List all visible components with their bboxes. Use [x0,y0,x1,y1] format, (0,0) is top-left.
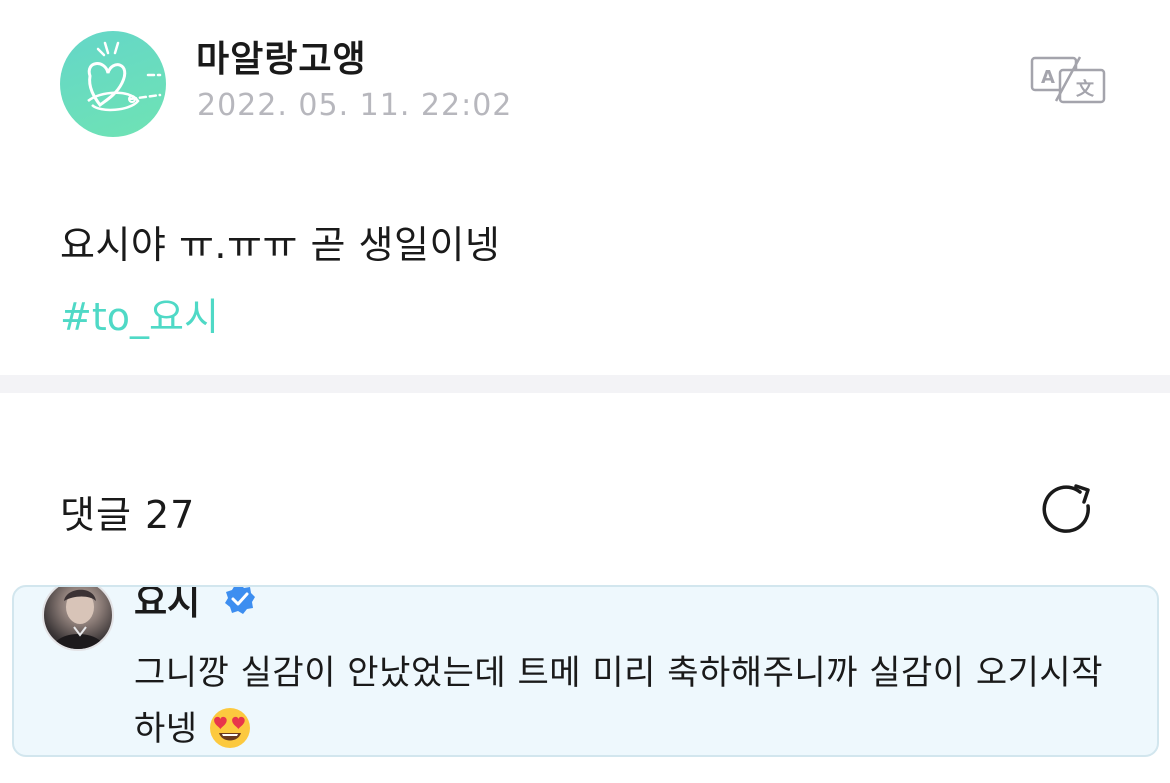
heart-eyes-emoji-icon [209,708,250,748]
hashtag-link[interactable]: #to_요시 [60,292,219,342]
comment-author-name[interactable]: 요시 [134,587,200,625]
comment-text: 그니깡 실감이 안났었는데 트메 미리 축하해주니까 실감이 오기시작하넹 [134,645,1134,755]
section-divider [0,375,1170,393]
refresh-button[interactable] [1040,480,1098,538]
post-timestamp: 2022. 05. 11. 22:02 [197,88,513,123]
svg-text:A: A [1041,67,1055,88]
author-avatar[interactable] [60,31,166,137]
refresh-icon [1042,484,1090,533]
post-header: 마알랑고앵 2022. 05. 11. 22:02 A 文 [0,0,1170,160]
comments-count-title: 댓글 27 [60,493,196,537]
verified-badge-icon [225,587,255,614]
post-body: 요시야 ㅠ.ㅠㅠ 곧 생일이넹 #to_요시 [60,220,1110,342]
translate-icon: A 文 [1030,56,1106,104]
doodle-heart-icon [87,41,162,112]
svg-text:文: 文 [1076,78,1095,100]
translate-button[interactable]: A 文 [1030,55,1106,105]
post-text: 요시야 ㅠ.ㅠㅠ 곧 생일이넹 [60,223,501,267]
comment-card-highlighted[interactable]: 요시 그니깡 실감이 안났었는데 트메 미리 축하해주니까 실감이 오기시작하넹 [12,585,1159,757]
portrait-image [52,589,106,649]
comment-body: 그니깡 실감이 안났었는데 트메 미리 축하해주니까 실감이 오기시작하넹 [134,653,1103,749]
post-author-name[interactable]: 마알랑고앵 [196,30,367,82]
comment-author-avatar[interactable] [42,587,114,651]
